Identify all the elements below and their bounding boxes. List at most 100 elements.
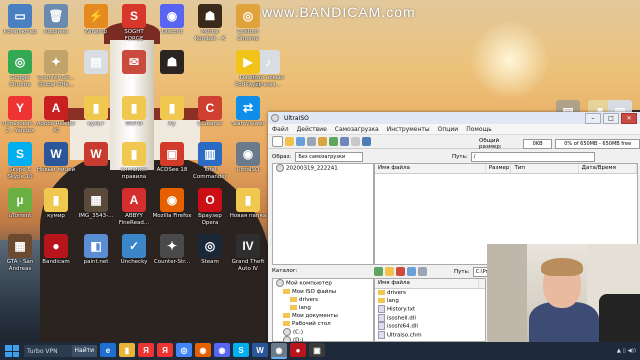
desktop-icon[interactable]: ◉ UltraISO xyxy=(228,142,268,174)
menu-bootable[interactable]: Самозагрузка xyxy=(335,126,379,133)
explorer-icon[interactable]: ▮ xyxy=(119,343,135,357)
ie-icon[interactable]: e xyxy=(100,343,116,357)
delete-icon[interactable] xyxy=(396,267,405,276)
catalog-tree-item[interactable]: Мои ISO файлы xyxy=(273,288,373,296)
col-size[interactable]: Размер xyxy=(486,164,512,173)
chrome-icon[interactable]: ◎ xyxy=(176,343,192,357)
catalog-tree-item[interactable]: Мой компьютер xyxy=(273,279,373,288)
image-boot-select[interactable]: Без самозагрузки xyxy=(295,152,364,162)
desktop-icon[interactable]: ✉ xyxy=(114,50,154,75)
catalog-file-item[interactable]: isoshl64.dll xyxy=(375,322,485,331)
desktop-icon[interactable]: ▮ культ xyxy=(76,96,116,128)
menu-action[interactable]: Действие xyxy=(297,126,327,133)
view-icon[interactable] xyxy=(418,267,427,276)
add-icon[interactable] xyxy=(407,267,416,276)
catalog-file-item[interactable]: isoshell.dll xyxy=(375,313,485,323)
desktop-icon[interactable]: ◧ paint.net xyxy=(76,234,116,266)
yandex-icon[interactable]: Я xyxy=(157,343,173,357)
catalog-file-list[interactable]: Имя файла drivers lang History.txt isoshell… xyxy=(374,278,486,342)
mount-icon[interactable] xyxy=(340,137,349,146)
app-icon[interactable]: ▣ xyxy=(309,343,325,357)
up-folder-icon[interactable] xyxy=(385,267,394,276)
desktop-icon[interactable]: ▮ английск правила xyxy=(114,142,154,181)
desktop-icon[interactable]: µ uTorrent xyxy=(0,188,40,220)
desktop-icon[interactable]: ▮ Новая папка xyxy=(228,188,268,220)
ultraiso-icon[interactable]: ◉ xyxy=(271,343,287,359)
iso-tree-root[interactable]: 20200319_222241 xyxy=(273,164,373,173)
catalog-file-item[interactable]: lang xyxy=(375,297,485,305)
maximize-button[interactable]: □ xyxy=(603,112,619,124)
desktop-icon[interactable]: A Adobe Reader XI xyxy=(36,96,76,135)
desktop-icon[interactable]: ☗ xyxy=(152,50,192,75)
desktop-icon[interactable]: S SOGHT FORGE xyxy=(114,4,154,43)
taskbar-search-button[interactable]: Найти xyxy=(71,345,97,357)
extract-icon[interactable] xyxy=(318,137,327,146)
desktop-icon[interactable]: 🗑 Корзина xyxy=(36,4,76,36)
desktop-icon[interactable]: ▦ IMG_3543-... xyxy=(76,188,116,220)
refresh-icon[interactable] xyxy=(374,267,383,276)
desktop-icon[interactable]: ◎ Custom Chrome xyxy=(228,4,268,43)
desktop-icon[interactable]: ▶ Daum PotPlayer xyxy=(228,50,268,89)
yandex-icon[interactable]: Я xyxy=(138,343,154,357)
desktop-icon[interactable]: IV Grand Theft Auto IV xyxy=(228,234,268,273)
catalog-tree-item[interactable]: drivers xyxy=(273,296,373,304)
menu-tools[interactable]: Инструменты xyxy=(387,126,430,133)
desktop-icon[interactable]: ▦ GTA - San Andreas xyxy=(0,234,40,273)
desktop-icon[interactable]: ⇄ TeamViewer xyxy=(228,96,268,128)
skype-icon[interactable]: S xyxy=(233,343,249,357)
catalog-tree-item[interactable]: Рабочий стол xyxy=(273,320,373,328)
properties-icon[interactable] xyxy=(362,137,371,146)
desktop-icon[interactable]: ✦ Counter-Str... xyxy=(152,234,192,266)
col-filename[interactable]: Имя файла xyxy=(375,164,486,173)
desktop-icon[interactable]: ▤ xyxy=(76,50,116,75)
bandicam-icon[interactable]: ● xyxy=(290,343,306,357)
start-button[interactable] xyxy=(5,345,19,357)
catalog-tree-item[interactable]: Мои документы xyxy=(273,312,373,320)
catalog-file-item[interactable]: drivers xyxy=(375,289,485,297)
firefox-icon[interactable]: ◉ xyxy=(195,343,211,357)
compress-icon[interactable] xyxy=(351,137,360,146)
desktop-icon[interactable]: W Новый лицей xyxy=(36,142,76,174)
menu-help[interactable]: Помощь xyxy=(466,126,492,133)
col-date[interactable]: Дата/Время xyxy=(579,164,638,173)
close-button[interactable]: ✕ xyxy=(621,112,637,124)
iso-path-field[interactable]: / xyxy=(470,152,595,162)
desktop-icon[interactable]: ▮ кумир xyxy=(36,188,76,220)
taskbar-search-text[interactable]: Turbo VPN xyxy=(27,348,72,355)
catalog-file-item[interactable]: History.txt xyxy=(375,305,485,314)
catalog-file-item[interactable]: Ultraiso.chm xyxy=(375,330,485,340)
menu-options[interactable]: Опции xyxy=(438,126,459,133)
desktop-icon[interactable]: ▥ Total Commander xyxy=(190,142,230,181)
desktop-icon[interactable]: ▮ Ку xyxy=(152,96,192,128)
desktop-icon[interactable]: ☗ Mortal Kombat - X xyxy=(190,4,230,43)
window-titlebar[interactable]: UltraISO – □ ✕ xyxy=(268,112,640,124)
word-icon[interactable]: W xyxy=(252,343,268,357)
desktop-icon[interactable]: ◎ Google Chrome xyxy=(0,50,40,89)
open-icon[interactable] xyxy=(285,137,294,146)
desktop-icon[interactable]: O Браузер Opera xyxy=(190,188,230,227)
desktop-icon[interactable]: C CCleaner xyxy=(190,96,230,128)
new-icon[interactable] xyxy=(272,136,283,147)
save-icon[interactable] xyxy=(296,137,305,146)
desktop-icon[interactable]: S Skype 5 Skype 10 xyxy=(0,142,40,181)
desktop-icon[interactable]: ▭ Компьютер xyxy=(0,4,40,36)
minimize-button[interactable]: – xyxy=(585,112,601,124)
catalog-tree-item[interactable]: (C:) xyxy=(273,327,373,337)
desktop-icon[interactable]: ✓ Unchecky xyxy=(114,234,154,266)
desktop-icon[interactable]: W xyxy=(76,142,116,167)
desktop-icon[interactable]: ✦ Counter-Str... Global Offe... xyxy=(36,50,76,89)
discord-icon[interactable]: ◉ xyxy=(214,343,230,357)
desktop-icon[interactable]: ◉ Mozilla Firefox xyxy=(152,188,192,220)
menu-file[interactable]: Файл xyxy=(272,126,289,133)
desktop-icon[interactable]: ◎ Steam xyxy=(190,234,230,266)
catalog-tree-pane[interactable]: Мой компьютер Мои ISO файлы drivers lang Мои… xyxy=(272,278,374,344)
desktop-icon[interactable]: A ABBYY FineRead... xyxy=(114,188,154,227)
desktop-icon[interactable]: ▣ ACDSee 18 xyxy=(152,142,192,174)
col-type[interactable]: Тип xyxy=(511,164,579,173)
catalog-col-filename[interactable]: Имя файла xyxy=(375,279,479,288)
desktop-icon[interactable]: ⚡ Winamp xyxy=(76,4,116,36)
desktop-icon[interactable]: ▮ ФОТО xyxy=(114,96,154,128)
desktop-icon[interactable]: ◉ Discord xyxy=(152,4,192,36)
desktop-icon[interactable]: Y Пользоват... 2 - Yandex xyxy=(0,96,40,135)
iso-tree-pane[interactable]: 20200319_222241 xyxy=(272,163,374,265)
